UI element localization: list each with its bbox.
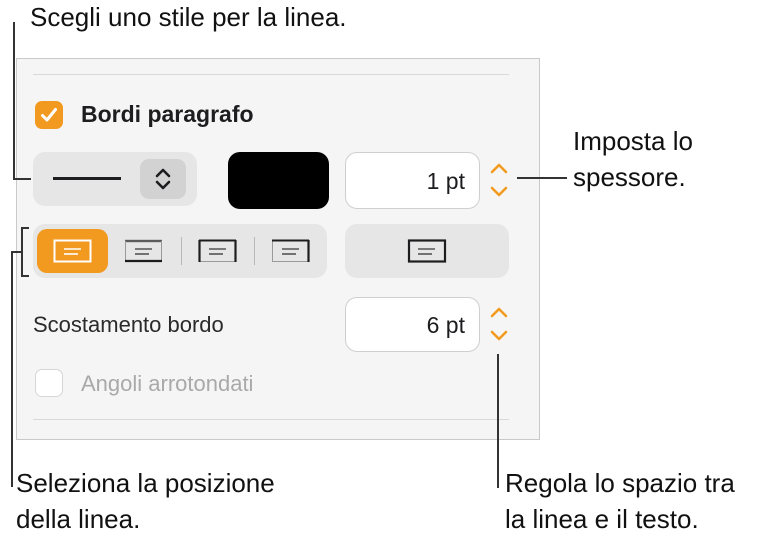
stepper-up-icon [490,307,508,318]
paragraph-borders-checkbox[interactable] [35,101,63,129]
border-top-icon [125,239,162,263]
callout-offset-line1: Regola lo spazio tra [505,468,735,498]
top-divider [33,74,509,75]
border-offset-field[interactable]: 6 pt [345,297,480,352]
stepper-up-icon [490,163,508,174]
stepper-down-icon [490,330,508,341]
rounded-corners-label: Angoli arrotondati [81,371,254,396]
checkmark-icon [41,108,57,122]
box-border-icon [407,239,447,263]
paragraph-borders-label: Bordi paragrafo [81,101,254,127]
leader-offset [497,354,499,488]
callout-position-line2: della linea. [16,504,141,534]
stepper-down-icon [490,186,508,197]
border-offset-stepper[interactable] [486,299,512,349]
leader-position [11,251,13,487]
callout-offset-line2: la linea e il testo. [505,504,699,534]
border-color-well[interactable] [228,152,329,209]
border-sides-button[interactable] [182,229,253,273]
line-style-popup-button[interactable] [140,159,186,199]
leader-thickness [517,177,567,179]
border-bottom-icon [272,239,310,262]
border-offset-label: Scostamento bordo [33,312,224,337]
callout-thickness-line2: spessore. [573,162,686,192]
callout-position-line1: Seleziona la posizione [16,468,275,498]
border-box-button[interactable] [345,224,509,278]
leader-position-bracket [21,227,29,229]
border-bottom-button[interactable] [255,229,326,273]
solid-line-icon [53,177,121,180]
up-down-chevron-icon [155,168,171,190]
border-all-button[interactable] [37,229,108,273]
border-position-control [33,224,327,278]
callout-thickness-line1: Imposta lo [573,126,693,156]
callout-line-style: Scegli uno stile per la linea. [30,2,347,32]
leader-line-style [13,22,15,179]
border-top-button[interactable] [108,229,179,273]
border-sides-icon [198,239,237,262]
bottom-divider [33,419,509,420]
border-all-icon [53,239,92,263]
line-style-popup[interactable] [33,152,197,206]
thickness-field[interactable]: 1 pt [345,152,480,209]
thickness-stepper[interactable] [486,155,512,205]
rounded-corners-checkbox[interactable] [35,369,63,397]
leader-line-style [13,178,31,180]
leader-position-bracket [21,275,29,277]
